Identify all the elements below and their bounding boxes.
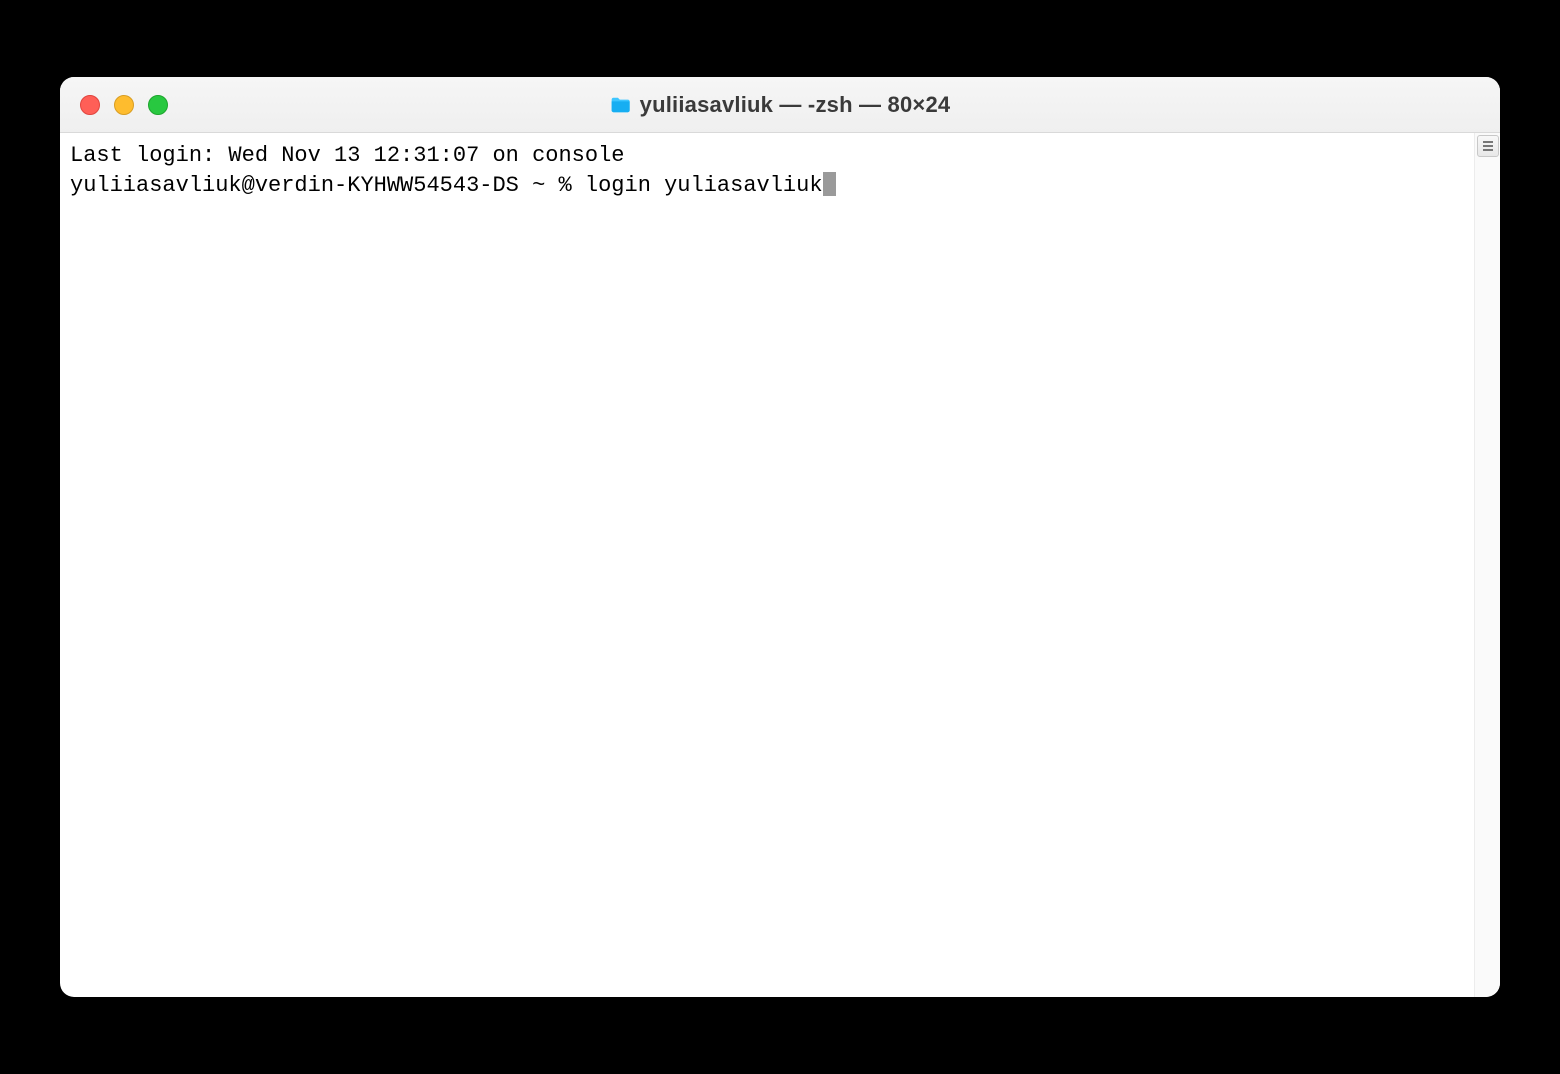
traffic-lights	[80, 95, 168, 115]
cursor-icon	[823, 172, 836, 196]
terminal-window: yuliiasavliuk — -zsh — 80×24 Last login:…	[60, 77, 1500, 997]
folder-icon	[610, 96, 632, 114]
scrollbar-track[interactable]	[1474, 133, 1500, 997]
window-title: yuliiasavliuk — -zsh — 80×24	[640, 92, 951, 118]
terminal-body[interactable]: Last login: Wed Nov 13 12:31:07 on conso…	[60, 133, 1474, 997]
content-wrap: Last login: Wed Nov 13 12:31:07 on conso…	[60, 133, 1500, 997]
fullscreen-button[interactable]	[148, 95, 168, 115]
last-login-text: Last login: Wed Nov 13 12:31:07 on conso…	[70, 143, 625, 168]
typed-command: login yuliasavliuk	[585, 173, 823, 198]
close-button[interactable]	[80, 95, 100, 115]
shell-prompt: yuliiasavliuk@verdin-KYHWW54543-DS ~ %	[70, 173, 585, 198]
scrollbar-button-icon[interactable]	[1477, 135, 1499, 157]
minimize-button[interactable]	[114, 95, 134, 115]
title-container: yuliiasavliuk — -zsh — 80×24	[610, 92, 951, 118]
titlebar[interactable]: yuliiasavliuk — -zsh — 80×24	[60, 77, 1500, 133]
